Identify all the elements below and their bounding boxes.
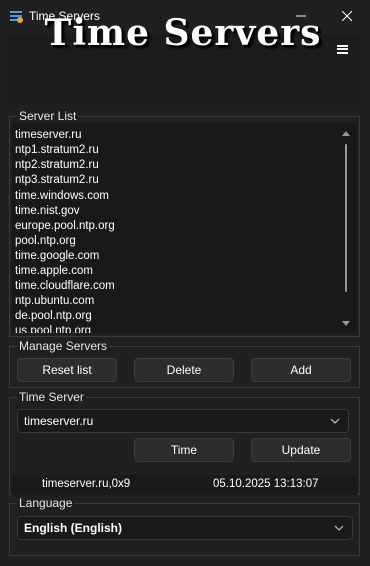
- server-listbox[interactable]: timeserver.ru ntp1.stratum2.ru ntp2.stra…: [12, 123, 357, 333]
- chevron-down-icon: [334, 525, 344, 531]
- status-server: timeserver.ru,0x9: [42, 478, 131, 490]
- list-item[interactable]: time.google.com: [15, 249, 99, 263]
- time-server-select[interactable]: timeserver.ru: [17, 409, 349, 433]
- list-scrollbar[interactable]: [339, 126, 353, 331]
- chevron-down-icon: [330, 418, 340, 424]
- list-item[interactable]: ntp.ubuntu.com: [15, 294, 94, 308]
- app-window: Time Servers Time Servers Server List ti…: [0, 0, 370, 566]
- language-value: English (English): [24, 521, 122, 535]
- status-datetime: 05.10.2025 13:13:07: [213, 478, 319, 490]
- manage-servers-legend: Manage Servers: [17, 339, 110, 353]
- time-status-row: timeserver.ru,0x9 05.10.2025 13:13:07: [12, 475, 357, 495]
- list-item[interactable]: ntp1.stratum2.ru: [15, 143, 99, 157]
- add-button[interactable]: Add: [251, 358, 351, 382]
- list-item[interactable]: time.windows.com: [15, 189, 109, 203]
- scroll-up-arrow-icon[interactable]: [342, 131, 350, 136]
- scroll-down-arrow-icon[interactable]: [342, 321, 350, 326]
- list-item[interactable]: us.pool.ntp.org: [15, 324, 91, 333]
- server-list-legend: Server List: [17, 109, 79, 123]
- list-item[interactable]: timeserver.ru: [15, 128, 81, 142]
- delete-button[interactable]: Delete: [134, 358, 234, 382]
- language-select[interactable]: English (English): [17, 516, 353, 540]
- list-item[interactable]: ntp3.stratum2.ru: [15, 173, 99, 187]
- list-item[interactable]: europe.pool.ntp.org: [15, 219, 115, 233]
- language-legend: Language: [17, 496, 75, 510]
- list-item[interactable]: time.apple.com: [15, 264, 93, 278]
- scrollbar-thumb[interactable]: [345, 144, 347, 292]
- reset-list-button[interactable]: Reset list: [17, 358, 117, 382]
- time-server-legend: Time Server: [17, 390, 86, 404]
- list-item[interactable]: ntp2.stratum2.ru: [15, 158, 99, 172]
- time-server-value: timeserver.ru: [24, 414, 94, 428]
- hamburger-menu-icon[interactable]: [335, 43, 351, 59]
- time-button[interactable]: Time: [134, 438, 234, 462]
- list-item[interactable]: time.cloudflare.com: [15, 279, 115, 293]
- list-item[interactable]: time.nist.gov: [15, 204, 80, 218]
- banner-title: Time Servers: [44, 12, 322, 54]
- update-button[interactable]: Update: [251, 438, 351, 462]
- list-item[interactable]: de.pool.ntp.org: [15, 309, 92, 323]
- list-item[interactable]: pool.ntp.org: [15, 234, 76, 248]
